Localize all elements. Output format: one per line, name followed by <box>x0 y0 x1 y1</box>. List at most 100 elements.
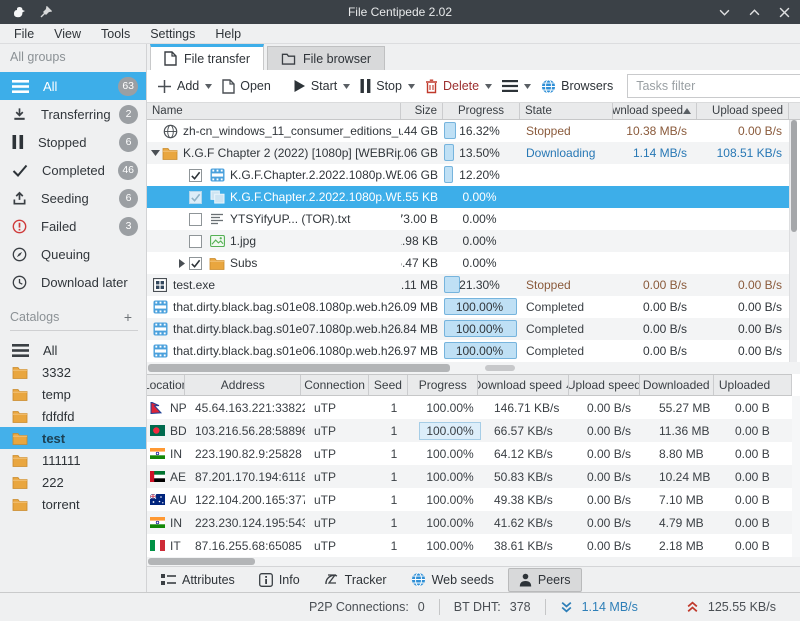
sidebar-item-stopped[interactable]: Stopped6 <box>0 128 146 156</box>
exe-icon <box>152 277 168 293</box>
peer-row[interactable]: IN223.190.82.9:25828uTP1100.00%64.12 KB/… <box>147 442 792 465</box>
transfer-row[interactable]: K.G.F.Chapter.2.2022.1080p.WEBRip.x⋯3.06… <box>147 164 789 186</box>
sidebar-item-download-later[interactable]: Download later <box>0 268 146 296</box>
column-header-upload-speed[interactable]: Upload speed <box>697 103 789 119</box>
peer-column-header-upload-speed[interactable]: Upload speed <box>569 375 639 395</box>
sidebar-item-all[interactable]: All63 <box>0 72 146 100</box>
column-header-name[interactable]: Name <box>147 103 401 119</box>
expand-arrow-icon[interactable] <box>175 259 189 268</box>
transfer-row[interactable]: 1.jpg51.98 KB0.00% <box>147 230 789 252</box>
transfer-vertical-scrollbar[interactable] <box>789 120 797 362</box>
peer-row[interactable]: AU122.104.200.165:37738uTP1100.00%49.38 … <box>147 488 792 511</box>
close-button[interactable] <box>776 4 792 20</box>
sidebar-item-seeding[interactable]: Seeding6 <box>0 184 146 212</box>
sidebar-item-transferring[interactable]: Transferring2 <box>0 100 146 128</box>
menu-item-file[interactable]: File <box>4 25 44 43</box>
peer-row[interactable]: IN223.230.124.195:54348uTP1100.00%41.62 … <box>147 511 792 534</box>
catalog-item-test[interactable]: test <box>0 427 146 449</box>
catalog-item-temp[interactable]: temp <box>0 383 146 405</box>
cell-uploaded: 0.00 B <box>727 442 792 465</box>
detail-tab-info[interactable]: Info <box>249 569 310 591</box>
catalog-item-all[interactable]: All <box>0 339 146 361</box>
transfer-row[interactable]: K.G.F.Chapter.2.2022.1080p.WEBRip.x⋯122.… <box>147 186 789 208</box>
expand-arrow-icon[interactable] <box>148 150 162 156</box>
main-panel: File transferFile browser AddOpenStartSt… <box>147 44 800 592</box>
sidebar-item-failed[interactable]: Failed3 <box>0 212 146 240</box>
checkbox-checked[interactable] <box>189 169 202 182</box>
stop-button[interactable]: Stop <box>355 75 420 97</box>
sidebar-item-completed[interactable]: Completed46 <box>0 156 146 184</box>
transfer-row[interactable]: zh-cn_windows_11_consumer_editions_upd⋯5… <box>147 120 789 142</box>
menu-item-view[interactable]: View <box>44 25 91 43</box>
peer-row[interactable]: NP45.64.163.221:33822uTP1100.00%146.71 K… <box>147 396 792 419</box>
catalog-item-222[interactable]: 222 <box>0 471 146 493</box>
sidebar-item-label: Stopped <box>38 135 119 150</box>
transfer-row[interactable]: that.dirty.black.bag.s01e08.1080p.web.h2… <box>147 296 789 318</box>
catalog-item-111111[interactable]: 111111 <box>0 449 146 471</box>
peer-progress-value: 100.00% <box>426 470 473 484</box>
peer-row[interactable]: AE87.201.170.194:61186uTP1100.00%50.83 K… <box>147 465 792 488</box>
tab-file-browser[interactable]: File browser <box>267 46 385 70</box>
column-header-download-speed[interactable]: Download speed <box>613 103 697 119</box>
checkbox-checked[interactable] <box>189 191 202 204</box>
add-button[interactable]: Add <box>152 75 217 98</box>
detail-tab-tracker[interactable]: Tracker <box>314 569 397 591</box>
file-name: that.dirty.black.bag.s01e08.1080p.web.h2… <box>173 300 401 314</box>
peer-column-header-downloaded[interactable]: Downloaded <box>640 375 714 395</box>
peer-column-header-seed[interactable]: Seed <box>369 375 408 395</box>
peer-row[interactable]: BD103.216.56.28:58896uTP1100.00%66.57 KB… <box>147 419 792 442</box>
peer-column-header-uploaded[interactable]: Uploaded <box>714 375 792 395</box>
add-catalog-button[interactable]: + <box>124 312 132 322</box>
sidebar-item-queuing[interactable]: Queuing <box>0 240 146 268</box>
progress-text: 0.00% <box>443 208 516 230</box>
transfer-row[interactable]: that.dirty.black.bag.s01e06.1080p.web.h2… <box>147 340 789 362</box>
open-button[interactable]: Open <box>217 75 276 98</box>
transfer-row[interactable]: Subs255.47 KB0.00% <box>147 252 789 274</box>
column-header-state[interactable]: State <box>520 103 613 119</box>
cell-downloaded: 10.24 MB <box>651 465 727 488</box>
browsers-button[interactable]: Browsers <box>536 75 618 98</box>
detail-tab-peers[interactable]: Peers <box>508 568 582 592</box>
menu-item-help[interactable]: Help <box>205 25 251 43</box>
minimize-button[interactable] <box>716 4 732 20</box>
catalog-item-torrent[interactable]: torrent <box>0 493 146 515</box>
maximize-button[interactable] <box>746 4 762 20</box>
catalog-item-fdfdfd[interactable]: fdfdfd <box>0 405 146 427</box>
transfer-row[interactable]: test.exe85.11 MB21.30%Stopped0.00 B/s0.0… <box>147 274 789 296</box>
transfer-row[interactable]: that.dirty.black.bag.s01e07.1080p.web.h2… <box>147 318 789 340</box>
tab-file-transfer[interactable]: File transfer <box>150 44 264 70</box>
toolbar: AddOpen StartStopDelete Browsers <box>147 70 800 103</box>
peer-row[interactable]: IT87.16.255.68:65085uTP1100.00%38.61 KB/… <box>147 534 792 557</box>
start-button[interactable]: Start <box>288 75 355 97</box>
detail-tab-web-seeds[interactable]: Web seeds <box>401 568 504 591</box>
menu-item-settings[interactable]: Settings <box>140 25 205 43</box>
peer-column-header-progress[interactable]: Progress <box>408 375 478 395</box>
column-header-size[interactable]: Size <box>401 103 443 119</box>
catalog-item-3332[interactable]: 3332 <box>0 361 146 383</box>
checkbox-unchecked[interactable] <box>189 235 202 248</box>
checkbox-unchecked[interactable] <box>189 213 202 226</box>
peer-column-header-address[interactable]: Address <box>185 375 301 395</box>
menu-item-tools[interactable]: Tools <box>91 25 140 43</box>
cell-downloaded: 8.80 MB <box>651 442 727 465</box>
splitter-handle[interactable] <box>485 365 515 371</box>
peer-column-header-connection[interactable]: Connection <box>301 375 368 395</box>
transfer-row[interactable]: K.G.F Chapter 2 (2022) [1080p] [WEBRip] … <box>147 142 789 164</box>
file-name: Subs <box>230 256 257 270</box>
sidebar-item-label: Failed <box>41 219 119 234</box>
peer-column-header-location[interactable]: Location <box>147 375 185 395</box>
transfer-horizontal-scrollbar[interactable] <box>147 362 800 374</box>
column-header-progress[interactable]: Progress <box>443 103 520 119</box>
delete-button[interactable]: Delete <box>420 75 497 98</box>
peers-vertical-scrollbar[interactable] <box>792 396 800 557</box>
chevron-down-icon <box>524 84 531 89</box>
peer-column-header-download-speed[interactable]: Download speed <box>478 375 569 395</box>
checkbox-checked[interactable] <box>189 257 202 270</box>
transfer-row[interactable]: YTSYifyUP... (TOR).txt473.00 B0.00% <box>147 208 789 230</box>
pin-icon[interactable] <box>36 2 56 22</box>
peers-horizontal-scrollbar[interactable] <box>147 557 800 566</box>
detail-tab-attributes[interactable]: Attributes <box>151 569 245 591</box>
cell-progress: 100.00% <box>414 442 486 465</box>
more-menu-button[interactable] <box>497 76 536 96</box>
tasks-filter-input[interactable] <box>628 75 800 97</box>
